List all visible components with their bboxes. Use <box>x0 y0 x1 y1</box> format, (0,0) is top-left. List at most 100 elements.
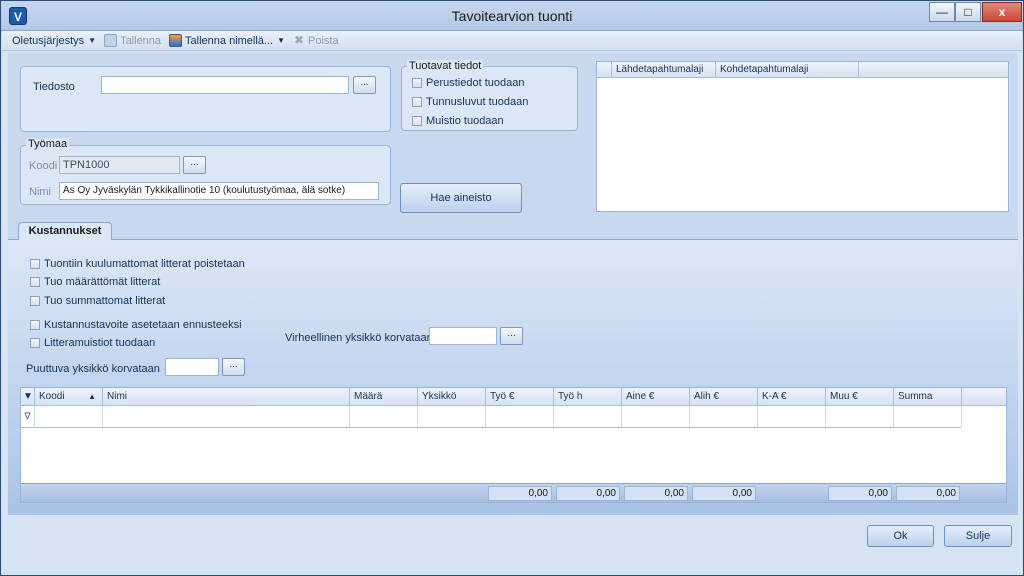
site-name-input[interactable]: As Oy Jyväskylän Tykkikallinotie 10 (kou… <box>59 182 379 200</box>
missing-unit-browse-button[interactable]: ... <box>222 358 245 376</box>
col-labor-eur-header[interactable]: Työ € <box>486 388 554 406</box>
row-selector-header <box>597 62 612 77</box>
import-memos-label: Litteramuistiot tuodaan <box>44 337 156 349</box>
total-other: 0,00 <box>828 486 892 501</box>
save-label: Tallenna <box>120 34 162 47</box>
import-sumless-label: Tuo summattomat litterat <box>44 295 166 307</box>
costs-tab-body: Tuontiin kuulumattomat litterat poisteta… <box>8 240 1018 515</box>
filter-cell[interactable] <box>554 406 622 427</box>
save-icon <box>104 34 118 47</box>
filter-cell[interactable] <box>622 406 690 427</box>
key-figures-label: Tunnusluvut tuodaan <box>426 96 529 108</box>
tab-strip: Kustannukset <box>8 220 1018 241</box>
col-unit-header[interactable]: Yksikkö <box>418 388 486 406</box>
filter-cell[interactable] <box>418 406 486 427</box>
memo-label: Muistio tuodaan <box>426 115 504 127</box>
produced-group-label: Tuotavat tiedot <box>407 60 484 72</box>
col-quantity-header[interactable]: Määrä <box>350 388 418 406</box>
delete-button[interactable]: ✖ Poista <box>293 34 339 47</box>
filter-cell[interactable] <box>486 406 554 427</box>
file-panel: Tiedosto ... <box>20 66 391 132</box>
checkbox-box <box>30 277 40 287</box>
memo-checkbox[interactable]: Muistio tuodaan <box>412 115 504 127</box>
total-material: 0,00 <box>624 486 688 501</box>
totals-row: 0,00 0,00 0,00 0,00 0,00 0,00 <box>21 483 1006 502</box>
toolbar: Oletusjärjestys ▼ Tallenna Tallenna nime… <box>2 31 1022 51</box>
col-code-header[interactable]: Koodi ▲ <box>35 388 103 406</box>
filter-cell[interactable] <box>758 406 826 427</box>
close-window-button[interactable]: x <box>982 2 1022 22</box>
missing-unit-input[interactable] <box>165 358 219 376</box>
col-name-header[interactable]: Nimi <box>103 388 350 406</box>
maximize-button[interactable]: □ <box>955 2 981 22</box>
invalid-unit-input[interactable] <box>429 327 497 345</box>
file-browse-button[interactable]: ... <box>353 76 376 94</box>
invalid-unit-label: Virheellinen yksikkö korvataan <box>285 332 433 344</box>
fetch-data-button[interactable]: Hae aineisto <box>400 183 522 213</box>
save-as-dropdown[interactable]: Tallenna nimellä... ▼ <box>169 34 285 47</box>
basic-info-checkbox[interactable]: Perustiedot tuodaan <box>412 77 524 89</box>
col-ka-header[interactable]: K-A € <box>758 388 826 406</box>
filter-cell[interactable] <box>894 406 962 427</box>
target-as-forecast-checkbox[interactable]: Kustannustavoite asetetaan ennusteeksi <box>30 319 242 331</box>
sort-ascending-icon: ▲ <box>88 392 96 401</box>
close-button[interactable]: Sulje <box>944 525 1012 547</box>
delete-label: Poista <box>308 34 339 47</box>
col-subcontract-header[interactable]: Alih € <box>690 388 758 406</box>
event-type-grid: Lähdetapahtumalaji Kohdetapahtumalaji <box>596 61 1009 212</box>
filter-cell[interactable] <box>103 406 350 427</box>
remove-unrelated-checkbox[interactable]: Tuontiin kuulumattomat litterat poisteta… <box>30 258 245 270</box>
filter-icon[interactable]: ∇ <box>21 406 35 427</box>
import-quantityless-checkbox[interactable]: Tuo määrättömät litterat <box>30 276 160 288</box>
total-labor-h: 0,00 <box>556 486 620 501</box>
remove-unrelated-label: Tuontiin kuulumattomat litterat poisteta… <box>44 258 245 270</box>
filter-cell[interactable] <box>350 406 418 427</box>
filter-cell[interactable] <box>826 406 894 427</box>
chevron-down-icon: ▼ <box>88 36 97 45</box>
col-labor-h-header[interactable]: Työ h <box>554 388 622 406</box>
main-content: Tiedosto ... Työmaa Koodi TPN1000 ... Ni… <box>8 53 1018 515</box>
filter-cell[interactable] <box>690 406 758 427</box>
site-browse-button[interactable]: ... <box>183 156 206 174</box>
minimize-button[interactable]: — <box>929 2 955 22</box>
missing-unit-label: Puuttuva yksikkö korvataan <box>26 363 160 375</box>
window-title: Tavoitearvion tuonti <box>451 8 573 24</box>
save-button[interactable]: Tallenna <box>104 34 161 47</box>
source-event-type-header[interactable]: Lähdetapahtumalaji <box>612 62 716 77</box>
checkbox-box <box>30 259 40 269</box>
col-other-header[interactable]: Muu € <box>826 388 894 406</box>
checkbox-box <box>30 338 40 348</box>
save-as-label: Tallenna nimellä... <box>185 34 274 47</box>
ok-button[interactable]: Ok <box>867 525 934 547</box>
invalid-unit-browse-button[interactable]: ... <box>500 327 523 345</box>
delete-icon: ✖ <box>294 33 305 47</box>
checkbox-box <box>412 97 422 107</box>
import-quantityless-label: Tuo määrättömät litterat <box>44 276 161 288</box>
default-order-label: Oletusjärjestys <box>12 34 85 47</box>
cost-grid-header: ▼ Koodi ▲ Nimi Määrä Yksikkö Työ € Työ h … <box>21 388 1006 406</box>
filter-row[interactable]: ∇ <box>21 406 962 428</box>
import-memos-checkbox[interactable]: Litteramuistiot tuodaan <box>30 337 155 349</box>
title-bar: V Tavoitearvion tuonti — □ x <box>1 1 1023 31</box>
dialog-button-bar: Ok Sulje <box>2 516 1022 574</box>
checkbox-box <box>30 320 40 330</box>
column-chooser-icon[interactable]: ▼ <box>21 388 35 406</box>
target-event-type-header[interactable]: Kohdetapahtumalaji <box>716 62 859 77</box>
col-material-header[interactable]: Aine € <box>622 388 690 406</box>
total-sum: 0,00 <box>896 486 960 501</box>
default-order-dropdown[interactable]: Oletusjärjestys ▼ <box>12 35 96 47</box>
site-code-input[interactable]: TPN1000 <box>59 156 180 174</box>
event-grid-header: Lähdetapahtumalaji Kohdetapahtumalaji <box>597 62 1008 78</box>
key-figures-checkbox[interactable]: Tunnusluvut tuodaan <box>412 96 528 108</box>
basic-info-label: Perustiedot tuodaan <box>426 77 525 89</box>
produced-data-panel: Tuotavat tiedot Perustiedot tuodaan Tunn… <box>401 60 578 131</box>
checkbox-box <box>412 116 422 126</box>
file-path-input[interactable] <box>101 76 349 94</box>
col-sum-header[interactable]: Summa <box>894 388 962 406</box>
cost-grid: ▼ Koodi ▲ Nimi Määrä Yksikkö Työ € Työ h … <box>20 387 1007 503</box>
total-subcontract: 0,00 <box>692 486 756 501</box>
filter-cell[interactable] <box>35 406 103 427</box>
tab-costs[interactable]: Kustannukset <box>18 222 112 241</box>
import-sumless-checkbox[interactable]: Tuo summattomat litterat <box>30 295 165 307</box>
site-group-label: Työmaa <box>26 138 70 150</box>
